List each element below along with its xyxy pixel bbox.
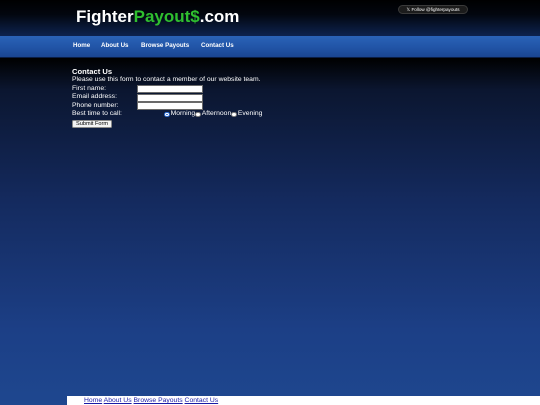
radio-evening[interactable] — [231, 111, 237, 118]
nav-about-us[interactable]: About Us — [101, 42, 129, 49]
phone-label: Phone number: — [72, 101, 119, 109]
logo-text-fighter: Fighter — [76, 7, 134, 26]
email-field[interactable] — [137, 93, 203, 102]
email-label: Email address: — [72, 93, 117, 101]
footer-links: Home About Us Browse Payouts Contact Us — [67, 396, 540, 405]
radio-evening-label: Evening — [237, 110, 263, 118]
nav-home[interactable]: Home — [73, 42, 90, 49]
nav-contact-us[interactable]: Contact Us — [201, 42, 234, 49]
radio-morning-label: Morning — [170, 110, 196, 118]
contact-section: Contact Us Please use this form to conta… — [72, 67, 372, 128]
radio-afternoon-label: Afternoon — [201, 110, 232, 118]
site-header: FighterPayout$.com 𝕏 Follow @fighterpayo… — [0, 0, 540, 36]
best-time-row: Best time to call: Morning Afternoon Eve… — [72, 110, 372, 119]
best-time-label: Best time to call: — [72, 110, 122, 118]
logo-text-payouts: Payout$ — [133, 7, 200, 26]
best-time-options: Morning Afternoon Evening — [164, 110, 262, 119]
footer-link-home[interactable]: Home — [84, 397, 102, 404]
first-name-row: First name: — [72, 85, 372, 94]
site-logo[interactable]: FighterPayout$.com — [76, 7, 239, 27]
footer-link-contact-us[interactable]: Contact Us — [185, 397, 219, 404]
radio-morning[interactable] — [164, 111, 170, 118]
email-row: Email address: — [72, 93, 372, 102]
footer-link-browse-payouts[interactable]: Browse Payouts — [134, 397, 183, 404]
main-navigation: Home About Us Browse Payouts Contact Us — [0, 36, 540, 58]
radio-afternoon[interactable] — [195, 111, 201, 118]
nav-browse-payouts[interactable]: Browse Payouts — [141, 42, 189, 49]
first-name-field[interactable] — [137, 85, 203, 93]
phone-field[interactable] — [137, 102, 203, 111]
submit-button[interactable]: Submit Form — [72, 119, 113, 128]
phone-row: Phone number: — [72, 102, 372, 111]
logo-text-com: .com — [199, 7, 240, 26]
footer-link-about-us[interactable]: About Us — [104, 397, 132, 404]
intro-text: Please use this form to contact a member… — [72, 76, 261, 83]
twitter-follow-button[interactable]: 𝕏 Follow @fighterpayouts — [398, 5, 468, 14]
page-title: Contact Us — [72, 67, 113, 76]
first-name-label: First name: — [72, 84, 106, 92]
